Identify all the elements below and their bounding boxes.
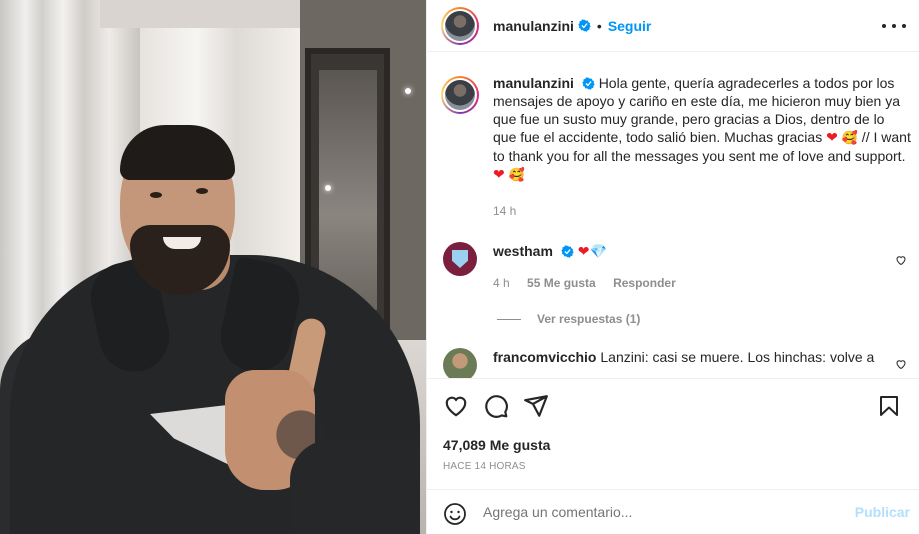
publish-button[interactable]: Publicar xyxy=(855,504,910,520)
red-heart-icon: ❤ xyxy=(577,243,590,259)
like-comment-heart-icon[interactable] xyxy=(895,358,907,370)
save-bookmark-icon[interactable] xyxy=(877,393,901,419)
comment-username[interactable]: westham xyxy=(493,243,553,259)
avatar[interactable] xyxy=(441,6,479,45)
verified-badge-icon xyxy=(578,19,591,32)
emoji-smiley-icon[interactable] xyxy=(443,502,467,526)
post-actions: 47,089 Me gusta HACE 14 HORAS Publicar xyxy=(427,378,919,534)
comment-username[interactable]: francomvicchio xyxy=(493,349,596,365)
comment-francomvicchio: francomvicchio Lanzini: casi se muere. L… xyxy=(441,348,911,378)
comment-text: Lanzini: casi se muere. Los hinchas: vol… xyxy=(600,349,875,365)
verified-badge-icon xyxy=(561,245,574,258)
diamond-icon: 💎 xyxy=(589,243,607,259)
post-time-ago: HACE 14 HORAS xyxy=(443,461,526,472)
comment-westham: westham ❤💎 4 h 55 Me gusta Responder xyxy=(441,242,911,292)
add-comment-bar: Publicar xyxy=(427,489,919,534)
comment-likes[interactable]: 55 Me gusta xyxy=(527,276,596,290)
like-heart-icon[interactable] xyxy=(443,393,469,419)
header-username[interactable]: manulanzini xyxy=(493,18,574,34)
likes-count[interactable]: 47,089 Me gusta xyxy=(443,437,550,453)
caption-timestamp[interactable]: 14 h xyxy=(493,204,516,218)
share-send-icon[interactable] xyxy=(523,393,549,419)
comment-avatar[interactable] xyxy=(443,242,477,276)
post-photo[interactable] xyxy=(0,0,426,534)
more-options-icon[interactable] xyxy=(882,14,906,38)
reply-button[interactable]: Responder xyxy=(613,276,676,290)
post-header: manulanzini • Seguir xyxy=(427,0,919,52)
follow-button[interactable]: Seguir xyxy=(608,18,652,34)
post-side-panel: manulanzini • Seguir manulanzini Hola ge… xyxy=(426,0,919,534)
red-heart-icon: ❤ xyxy=(826,129,838,145)
verified-badge-icon xyxy=(582,77,595,90)
comment-input[interactable] xyxy=(483,504,813,520)
post-caption: manulanzini Hola gente, quería agradecer… xyxy=(441,74,911,184)
heart-face-emoji-icon: 🥰 xyxy=(508,167,525,182)
comment-time[interactable]: 4 h xyxy=(493,276,510,290)
heart-face-emoji-icon: 🥰 xyxy=(841,130,858,145)
caption-username[interactable]: manulanzini xyxy=(493,75,574,91)
red-heart-icon: ❤ xyxy=(493,166,505,182)
view-replies-button[interactable]: Ver respuestas (1) xyxy=(497,312,640,326)
separator-dot: • xyxy=(596,17,602,34)
like-comment-heart-icon[interactable] xyxy=(895,254,907,266)
comment-avatar[interactable] xyxy=(443,348,477,378)
caption-avatar[interactable] xyxy=(441,76,479,114)
comment-bubble-icon[interactable] xyxy=(483,393,509,419)
